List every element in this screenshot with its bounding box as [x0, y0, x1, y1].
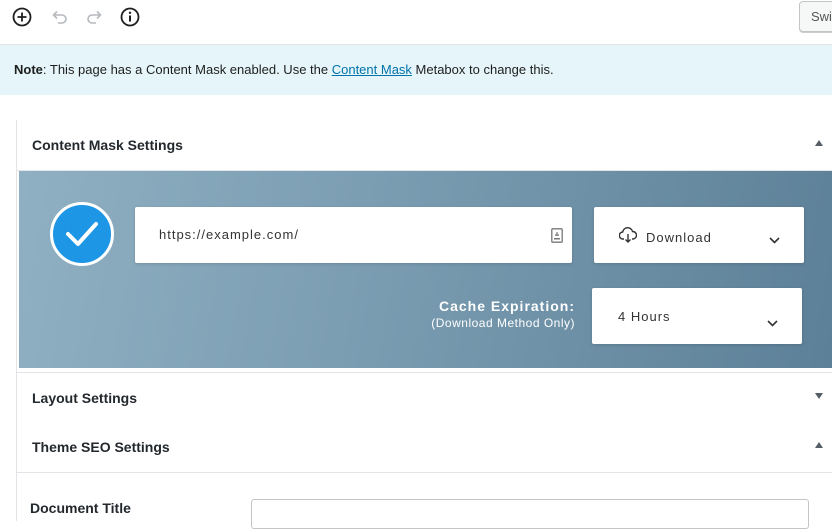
content-mask-link[interactable]: Content Mask: [332, 62, 412, 77]
cache-expiration-value: 4 Hours: [618, 309, 671, 324]
layout-settings-title: Layout Settings: [32, 390, 138, 406]
redo-icon[interactable]: [84, 6, 106, 28]
layout-settings-header[interactable]: Layout Settings: [17, 372, 832, 424]
theme-seo-settings-header[interactable]: Theme SEO Settings: [17, 422, 832, 473]
method-value: Download: [646, 230, 712, 245]
content-mask-settings-title: Content Mask Settings: [32, 137, 183, 153]
editor-toolbar: Swi: [0, 0, 832, 45]
method-select[interactable]: Download: [594, 207, 804, 263]
notice-prefix: Note: [14, 62, 43, 77]
theme-seo-settings-title: Theme SEO Settings: [32, 439, 170, 455]
collapse-arrow-icon[interactable]: [815, 140, 823, 146]
add-block-icon[interactable]: [11, 6, 33, 28]
content-mask-settings-header[interactable]: Content Mask Settings: [17, 120, 832, 171]
undo-icon[interactable]: [48, 6, 70, 28]
url-input[interactable]: https://example.com/: [135, 207, 572, 263]
content-mask-panel: https://example.com/ Download Cache Expi…: [19, 171, 832, 368]
cache-expiration-title: Cache Expiration:: [438, 298, 575, 314]
cache-expiration-select[interactable]: 4 Hours: [592, 288, 802, 344]
cloud-download-icon: [618, 227, 638, 248]
document-title-input[interactable]: [251, 499, 809, 529]
cache-expiration-label: Cache Expiration: (Download Method Only): [431, 298, 575, 330]
cache-expiration-note: (Download Method Only): [431, 316, 575, 330]
info-icon[interactable]: [119, 6, 141, 28]
chevron-down-icon: [769, 231, 780, 249]
notice-text-before: : This page has a Content Mask enabled. …: [42, 62, 332, 77]
chevron-down-icon: [767, 314, 778, 332]
metaboxes-area: Content Mask Settings https://example.co…: [16, 120, 832, 521]
notice-text-after: Metabox to change this.: [411, 62, 554, 77]
expand-arrow-icon[interactable]: [815, 393, 823, 399]
document-title-label: Document Title: [30, 500, 131, 516]
content-mask-notice: Note: This page has a Content Mask enabl…: [0, 45, 832, 95]
switch-button[interactable]: Swi: [799, 1, 832, 32]
clipboard-icon[interactable]: [551, 227, 563, 248]
checkmark-icon: [66, 222, 98, 246]
enabled-check-toggle[interactable]: [50, 202, 114, 266]
url-value: https://example.com/: [159, 227, 299, 242]
collapse-arrow-icon[interactable]: [815, 442, 823, 448]
